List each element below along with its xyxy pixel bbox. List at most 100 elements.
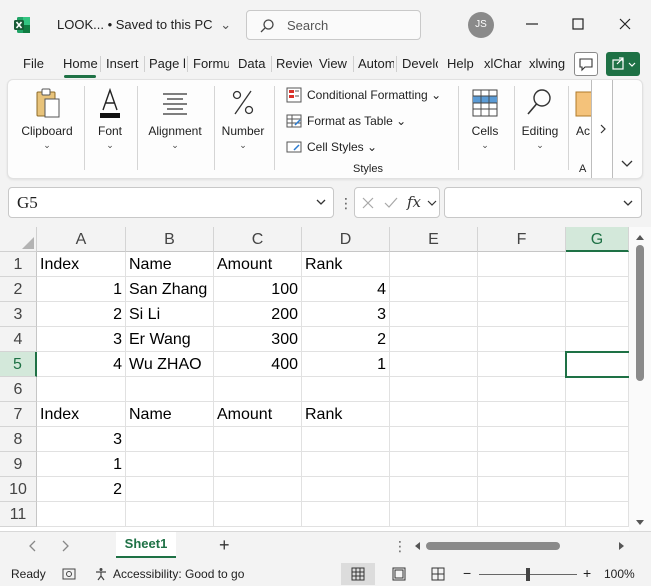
accessibility-status[interactable]: Accessibility: Good to go: [113, 567, 244, 581]
tab-xlchart[interactable]: xlChar: [484, 56, 522, 71]
cell-e8[interactable]: [390, 427, 478, 452]
row-header-7[interactable]: 7: [0, 402, 37, 427]
macro-recording-icon[interactable]: [62, 567, 78, 581]
cell-d6[interactable]: [302, 377, 390, 402]
tab-review[interactable]: Reviev: [276, 56, 312, 71]
ribbon-scroll-right-button[interactable]: [591, 80, 613, 178]
cell-c2[interactable]: 100: [214, 277, 302, 302]
next-sheet-icon[interactable]: [60, 540, 70, 552]
cell-g8[interactable]: [566, 427, 629, 452]
column-header-b[interactable]: B: [126, 227, 214, 252]
cell-c3[interactable]: 200: [214, 302, 302, 327]
cell-g10[interactable]: [566, 477, 629, 502]
cell-g4[interactable]: [566, 327, 629, 352]
cell-b3[interactable]: Si Li: [126, 302, 214, 327]
cell-f8[interactable]: [478, 427, 566, 452]
cell-d7[interactable]: Rank: [302, 402, 390, 427]
cell-a1[interactable]: Index: [37, 252, 126, 277]
row-header-10[interactable]: 10: [0, 477, 37, 502]
name-box[interactable]: G5: [8, 187, 334, 218]
row-header-4[interactable]: 4: [0, 327, 37, 352]
cell-b6[interactable]: [126, 377, 214, 402]
row-header-3[interactable]: 3: [0, 302, 37, 327]
cell-d4[interactable]: 2: [302, 327, 390, 352]
formula-bar-grip-icon[interactable]: ⋮: [339, 195, 353, 212]
row-header-8[interactable]: 8: [0, 427, 37, 452]
font-button[interactable]: Font ⌄: [88, 84, 132, 164]
column-header-d[interactable]: D: [302, 227, 390, 252]
tab-xlwings[interactable]: xlwing: [529, 56, 567, 71]
formula-input[interactable]: [444, 187, 642, 218]
cell-d2[interactable]: 4: [302, 277, 390, 302]
column-header-e[interactable]: E: [390, 227, 478, 252]
cell-b10[interactable]: [126, 477, 214, 502]
scroll-left-icon[interactable]: [413, 541, 421, 551]
alignment-button[interactable]: Alignment ⌄: [142, 84, 208, 164]
scroll-down-icon[interactable]: [635, 519, 645, 527]
cell-g3[interactable]: [566, 302, 629, 327]
scroll-right-icon[interactable]: [618, 541, 626, 551]
row-header-11[interactable]: 11: [0, 502, 37, 527]
close-icon[interactable]: [613, 12, 637, 36]
cell-d5[interactable]: 1: [302, 352, 390, 377]
cell-b9[interactable]: [126, 452, 214, 477]
enter-check-icon[interactable]: [383, 196, 399, 210]
cell-b11[interactable]: [126, 502, 214, 527]
cell-a8[interactable]: 3: [37, 427, 126, 452]
cell-a2[interactable]: 1: [37, 277, 126, 302]
horizontal-scroll-thumb[interactable]: [426, 542, 560, 550]
cell-a4[interactable]: 3: [37, 327, 126, 352]
document-title[interactable]: LOOK... • Saved to this PC ⌄: [57, 17, 231, 33]
cell-b7[interactable]: Name: [126, 402, 214, 427]
cell-d11[interactable]: [302, 502, 390, 527]
cell-f11[interactable]: [478, 502, 566, 527]
cell-e7[interactable]: [390, 402, 478, 427]
tab-file[interactable]: File: [23, 56, 45, 71]
tab-data[interactable]: Data: [238, 56, 268, 71]
cell-b1[interactable]: Name: [126, 252, 214, 277]
cell-c6[interactable]: [214, 377, 302, 402]
cell-b2[interactable]: San Zhang: [126, 277, 214, 302]
tab-home[interactable]: Home: [63, 56, 99, 71]
maximize-icon[interactable]: [566, 12, 590, 36]
tab-formulas[interactable]: Formu: [193, 56, 229, 71]
column-header-c[interactable]: C: [214, 227, 302, 252]
cell-g6[interactable]: [566, 377, 629, 402]
collapse-ribbon-icon[interactable]: [620, 158, 634, 170]
cell-c1[interactable]: Amount: [214, 252, 302, 277]
cell-a3[interactable]: 2: [37, 302, 126, 327]
cell-g1[interactable]: [566, 252, 629, 277]
comments-button[interactable]: [574, 52, 598, 76]
zoom-out-button[interactable]: −: [463, 565, 471, 581]
cell-c11[interactable]: [214, 502, 302, 527]
share-button[interactable]: [606, 52, 640, 76]
tab-developer[interactable]: Develc: [402, 56, 438, 71]
cell-a9[interactable]: 1: [37, 452, 126, 477]
cell-d3[interactable]: 3: [302, 302, 390, 327]
row-header-5[interactable]: 5: [0, 352, 37, 377]
vertical-scrollbar[interactable]: [629, 227, 651, 531]
cell-f7[interactable]: [478, 402, 566, 427]
zoom-in-button[interactable]: +: [583, 565, 591, 581]
previous-sheet-icon[interactable]: [28, 540, 38, 552]
cells-button[interactable]: Cells ⌄: [464, 84, 506, 164]
cell-e6[interactable]: [390, 377, 478, 402]
cell-c8[interactable]: [214, 427, 302, 452]
cell-c10[interactable]: [214, 477, 302, 502]
cell-b8[interactable]: [126, 427, 214, 452]
cell-c5[interactable]: 400: [214, 352, 302, 377]
cell-f3[interactable]: [478, 302, 566, 327]
cell-a7[interactable]: Index: [37, 402, 126, 427]
cell-f5[interactable]: [478, 352, 566, 377]
cell-f10[interactable]: [478, 477, 566, 502]
sheet-splitter-grip-icon[interactable]: ⋮: [393, 538, 407, 555]
insert-function-icon[interactable]: fx: [407, 193, 421, 211]
cell-g7[interactable]: [566, 402, 629, 427]
clipboard-button[interactable]: Clipboard ⌄: [16, 84, 78, 164]
accessibility-icon[interactable]: [95, 567, 111, 581]
row-header-6[interactable]: 6: [0, 377, 37, 402]
vertical-scroll-thumb[interactable]: [636, 245, 644, 381]
cell-g9[interactable]: [566, 452, 629, 477]
search-box[interactable]: Search: [246, 10, 421, 40]
chevron-down-icon[interactable]: [427, 199, 437, 207]
